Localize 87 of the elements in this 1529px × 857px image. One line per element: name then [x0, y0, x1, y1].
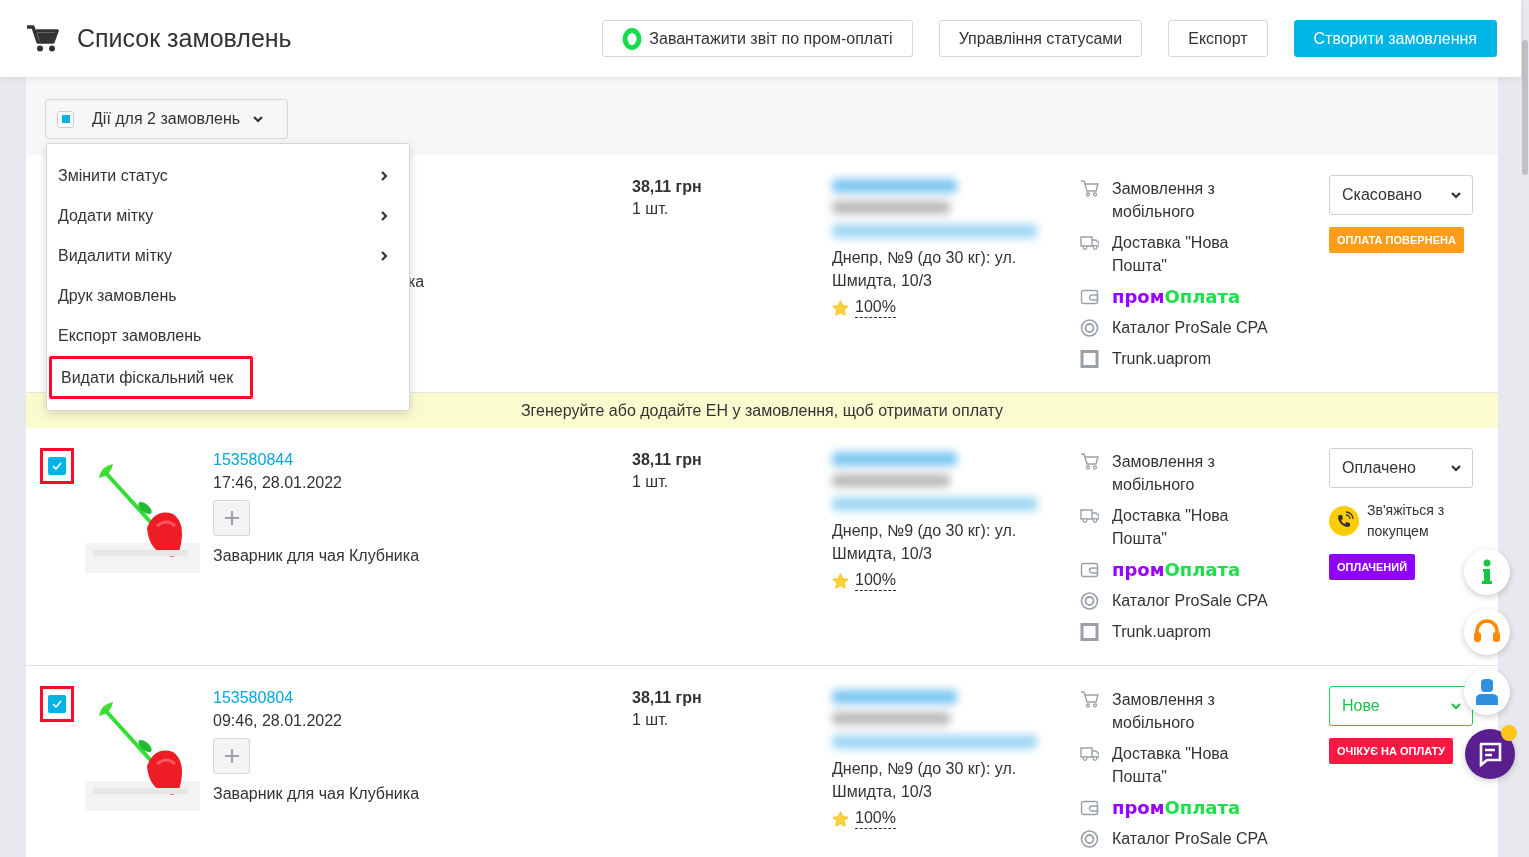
chevron-down-icon: [1450, 462, 1462, 474]
source-label: Каталог ProSale CPA: [1112, 829, 1269, 849]
rating-link[interactable]: 100%: [855, 570, 896, 591]
row-checkbox[interactable]: [48, 457, 66, 475]
order-price: 38,11 грн: [632, 450, 702, 470]
wallet-icon: [1080, 560, 1099, 579]
promoplata-logo: промОплата: [1112, 285, 1241, 308]
wallet-icon: [1080, 287, 1099, 306]
delivery-address: Днепр, №9 (до 30 кг): ул. Шмидта, 10/3: [832, 759, 1018, 802]
source-label: Каталог ProSale CPA: [1112, 318, 1269, 338]
delivery-address: Днепр, №9 (до 30 кг): ул. Шмидта, 10/3: [832, 521, 1018, 564]
bulk-actions-button[interactable]: Дії для 2 замовлень: [45, 99, 288, 139]
chevron-down-icon: [1450, 189, 1462, 201]
header-button[interactable]: Експорт: [1168, 20, 1268, 57]
truck-icon: [1080, 506, 1099, 525]
add-button[interactable]: [213, 500, 250, 536]
scrollbar-thumb[interactable]: [1522, 40, 1528, 175]
status-badge: ОЧІКУЄ НА ОПЛАТУ: [1329, 738, 1454, 764]
chat-icon: [1477, 741, 1503, 767]
status-badge: ОПЛАЧЕНИЙ: [1329, 554, 1416, 580]
source-label: Каталог ProSale CPA: [1112, 591, 1269, 611]
source-label: Замовлення з мобільного: [1112, 452, 1216, 495]
promoplata-logo: промОплата: [1112, 796, 1241, 819]
status-select[interactable]: Скасовано: [1329, 175, 1473, 215]
source-label: Доставка "Нова Пошта": [1112, 744, 1230, 787]
star-icon: [832, 572, 849, 589]
info-icon: [1481, 559, 1493, 585]
source-label: Замовлення з мобільного: [1112, 690, 1216, 733]
source-label: Доставка "Нова Пошта": [1112, 233, 1230, 276]
product-name: Заварник для чая Клубника: [213, 784, 420, 804]
square-icon: [1080, 622, 1099, 641]
chevron-right-icon: [378, 210, 390, 222]
chevron-down-icon: [1450, 700, 1462, 712]
rating-link[interactable]: 100%: [855, 808, 896, 829]
product-name: Заварник для чая Клубника: [213, 546, 420, 566]
target-icon: [1080, 318, 1099, 337]
menu-item[interactable]: Експорт замовлень: [49, 316, 407, 356]
square-icon: [1080, 349, 1099, 368]
plus-icon: [223, 510, 240, 526]
star-icon: [832, 299, 849, 316]
cart-icon: [27, 24, 59, 53]
source-label: Trunk.uaprom: [1112, 349, 1212, 369]
cart-icon: [1080, 452, 1099, 471]
truck-icon: [1080, 233, 1099, 252]
status-badge: ОПЛАТА ПОВЕРНЕНА: [1329, 227, 1464, 253]
add-button[interactable]: [213, 738, 250, 774]
order-quantity: 1 шт.: [632, 199, 669, 219]
header-button[interactable]: Управління статусами: [938, 20, 1143, 57]
rating-link[interactable]: 100%: [855, 297, 896, 318]
page-title: Список замовлень: [77, 22, 293, 54]
order-price: 38,11 грн: [632, 177, 702, 197]
header-button[interactable]: Завантажити звіт по пром-оплаті: [602, 20, 913, 57]
source-label: Trunk.uaprom: [1112, 622, 1212, 642]
wallet-icon: [1080, 798, 1099, 817]
ring-icon: [622, 27, 643, 50]
bulk-checkbox[interactable]: [57, 110, 74, 128]
order-quantity: 1 шт.: [632, 710, 669, 730]
target-icon: [1080, 829, 1099, 848]
menu-item[interactable]: Додати мітку: [49, 196, 407, 236]
chevron-right-icon: [378, 170, 390, 182]
order-date: 17:46, 28.01.2022: [213, 473, 342, 493]
cart-icon: [1080, 179, 1099, 198]
truck-icon: [1080, 744, 1099, 763]
menu-item[interactable]: Друк замовлень: [49, 276, 407, 316]
order-quantity: 1 шт.: [632, 472, 669, 492]
contact-buyer-text: Зв'яжіться з покупцем: [1367, 501, 1446, 541]
chevron-right-icon: [378, 250, 390, 262]
phone-icon: [1329, 506, 1359, 536]
row-checkbox[interactable]: [48, 695, 66, 713]
person-icon: [1475, 678, 1499, 706]
cart-icon: [1080, 690, 1099, 709]
source-label: Замовлення з мобільного: [1112, 179, 1216, 222]
menu-item[interactable]: Видати фіскальний чек: [49, 356, 254, 399]
plus-icon: [223, 748, 240, 764]
promoplata-logo: промОплата: [1112, 558, 1241, 581]
menu-item[interactable]: Змінити статус: [49, 156, 407, 196]
status-select[interactable]: Оплачено: [1329, 448, 1473, 488]
order-date: 09:46, 28.01.2022: [213, 711, 342, 731]
star-icon: [832, 810, 849, 827]
chevron-down-icon: [252, 113, 265, 125]
check-icon: [52, 462, 62, 470]
delivery-address: Днепр, №9 (до 30 кг): ул. Шмидта, 10/3: [832, 248, 1018, 291]
order-price: 38,11 грн: [632, 688, 702, 708]
check-icon: [52, 700, 62, 708]
target-icon: [1080, 591, 1099, 610]
source-label: Доставка "Нова Пошта": [1112, 506, 1230, 549]
menu-item[interactable]: Видалити мітку: [49, 236, 407, 276]
